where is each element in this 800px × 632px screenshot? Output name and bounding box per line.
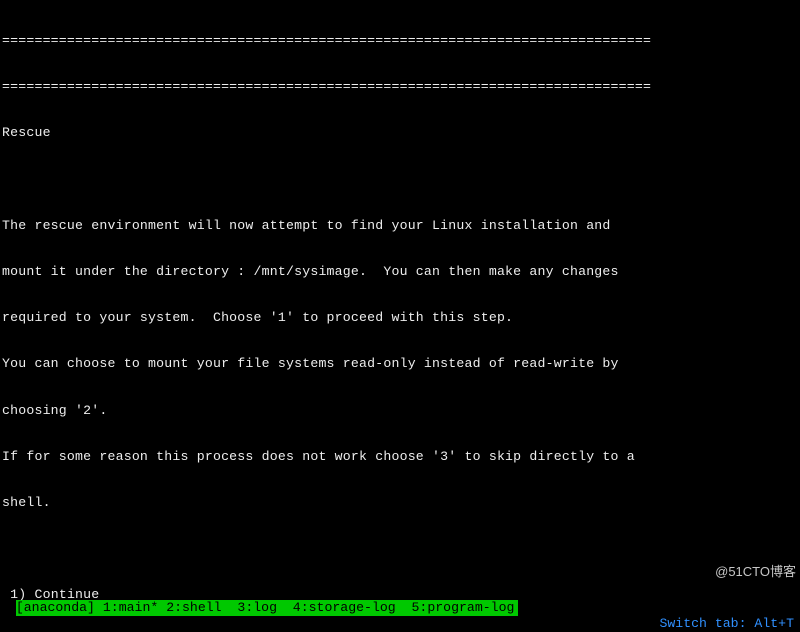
intro-text: required to your system. Choose '1' to p… (2, 310, 798, 325)
statusbar-windows[interactable]: [anaconda] 1:main* 2:shell 3:log 4:stora… (16, 600, 519, 616)
intro-text: shell. (2, 495, 798, 510)
statusbar-hint: Switch tab: Alt+T (659, 616, 800, 632)
rescue-terminal: ========================================… (0, 0, 800, 632)
separator: ========================================… (2, 79, 798, 94)
intro-text: choosing '2'. (2, 403, 798, 418)
tmux-statusbar: [anaconda] 1:main* 2:shell 3:log 4:stora… (0, 584, 800, 600)
intro-text: If for some reason this process does not… (2, 449, 798, 464)
watermark-text: @51CTO博客 (715, 561, 796, 580)
intro-text: The rescue environment will now attempt … (2, 218, 798, 233)
section-title-rescue: Rescue (2, 125, 798, 140)
intro-text: You can choose to mount your file system… (2, 356, 798, 371)
intro-text: mount it under the directory : /mnt/sysi… (2, 264, 798, 279)
separator: ========================================… (2, 33, 798, 48)
